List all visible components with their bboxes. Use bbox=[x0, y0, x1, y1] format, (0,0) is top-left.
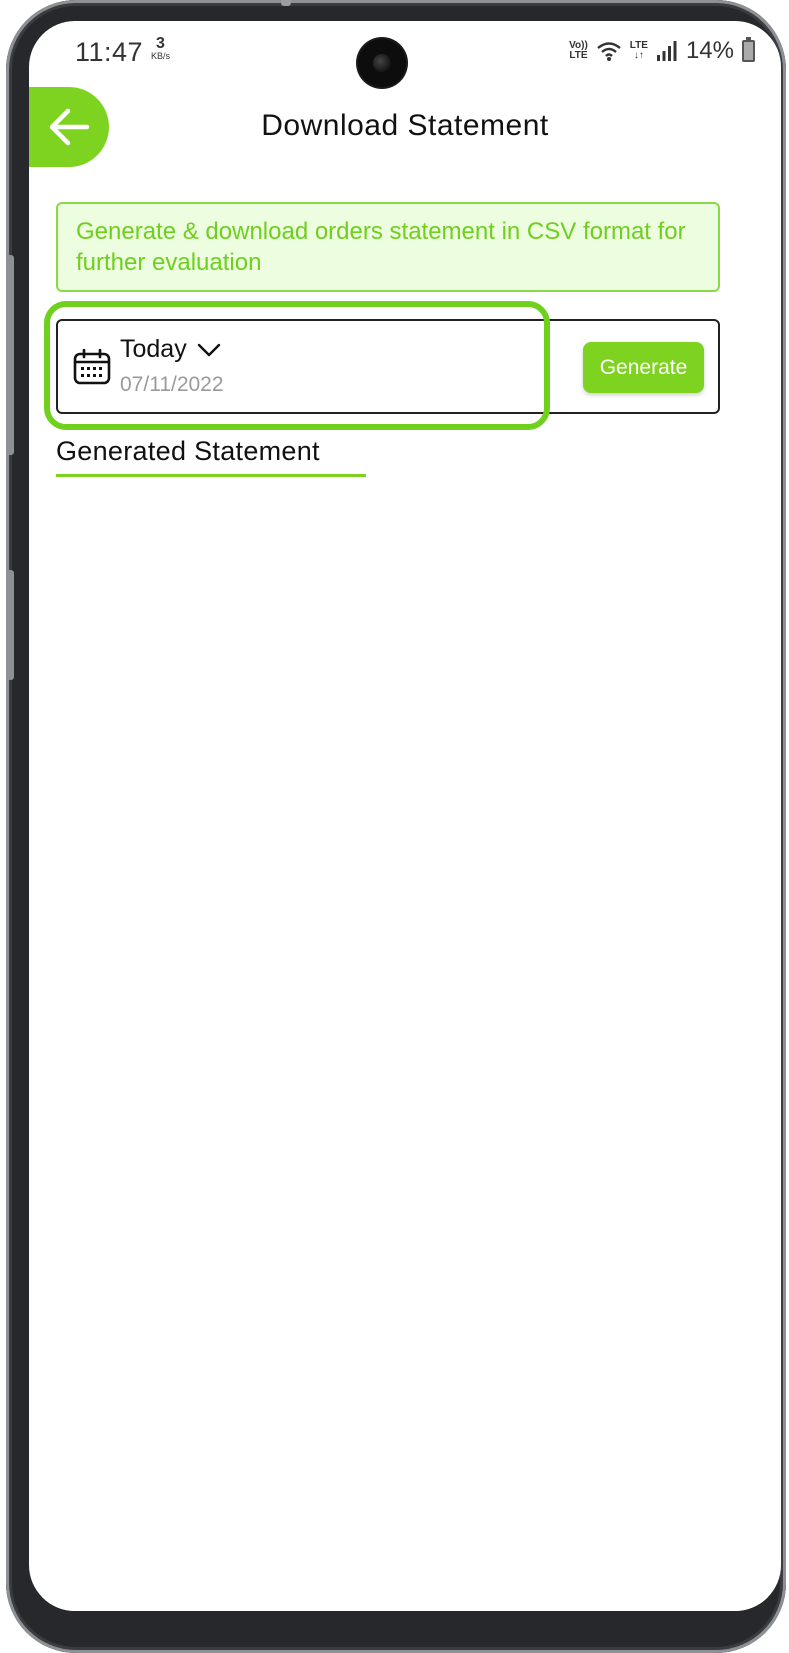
battery-percent: 14% bbox=[685, 37, 734, 64]
period-label: Today bbox=[120, 335, 187, 363]
lte-icon: LTE ↓↑ bbox=[630, 40, 648, 62]
status-time: 11:47 bbox=[75, 37, 144, 67]
tab-underline bbox=[56, 474, 366, 477]
generate-button[interactable]: Generate bbox=[583, 342, 704, 393]
bottom-edge bbox=[29, 1597, 781, 1611]
phone-frame: 11:47 3 KB/s Vo)) LTE LTE ↓↑ 14% Downloa… bbox=[6, 0, 786, 1653]
network-speed-value: 3 bbox=[156, 35, 165, 52]
date-filter-row: Today 07/11/2022 Generate bbox=[56, 319, 720, 414]
signal-icon bbox=[656, 41, 677, 61]
period-dropdown[interactable]: Today bbox=[120, 335, 221, 364]
selected-date: 07/11/2022 bbox=[120, 373, 224, 396]
front-camera bbox=[358, 39, 406, 87]
volume-button bbox=[6, 255, 14, 455]
generated-statement-tab[interactable]: Generated Statement bbox=[56, 436, 320, 467]
calendar-icon[interactable] bbox=[73, 349, 111, 385]
info-banner: Generate & download orders statement in … bbox=[56, 202, 720, 292]
volte-bottom: LTE bbox=[569, 50, 588, 61]
power-button bbox=[6, 570, 14, 680]
status-icons: Vo)) LTE LTE ↓↑ 14% bbox=[569, 35, 755, 67]
lte-arrows: ↓↑ bbox=[633, 50, 644, 61]
frame-notch bbox=[281, 0, 291, 6]
battery-icon bbox=[742, 37, 755, 62]
chevron-down-icon bbox=[197, 343, 220, 356]
app-screen: 11:47 3 KB/s Vo)) LTE LTE ↓↑ 14% Downloa… bbox=[29, 21, 781, 1611]
page-title: Download Statement bbox=[261, 109, 549, 142]
network-speed-unit: KB/s bbox=[151, 51, 171, 61]
status-bar: 11:47 3 KB/s Vo)) LTE LTE ↓↑ 14% bbox=[29, 21, 781, 87]
volte-icon: Vo)) LTE bbox=[569, 40, 588, 62]
wifi-icon bbox=[597, 42, 621, 61]
network-speed: 3 KB/s bbox=[151, 36, 170, 61]
